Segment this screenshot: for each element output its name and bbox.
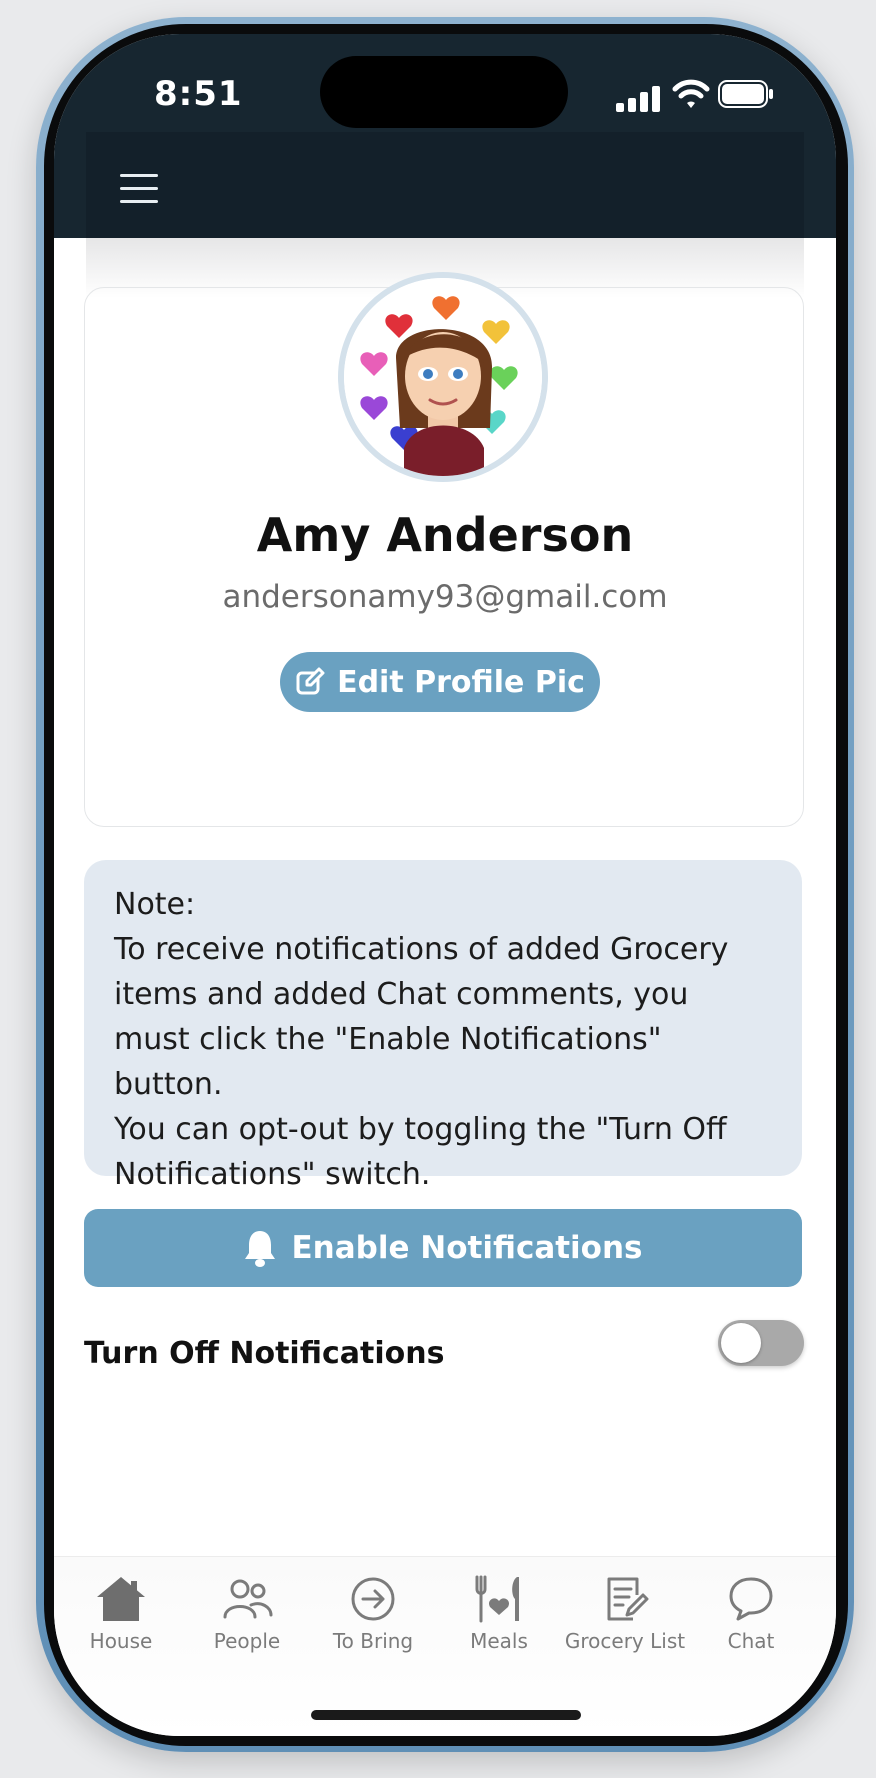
app-header xyxy=(86,132,804,238)
tab-chat[interactable]: Chat xyxy=(688,1575,814,1653)
tab-label: To Bring xyxy=(332,1629,414,1653)
status-time: 8:51 xyxy=(154,74,243,114)
hamburger-menu-icon[interactable] xyxy=(120,174,158,203)
tab-house[interactable]: House xyxy=(58,1575,184,1653)
profile-email: andersonamy93@gmail.com xyxy=(222,579,668,615)
tab-label: House xyxy=(89,1629,153,1653)
avatar-image xyxy=(344,278,542,476)
bottom-tab-bar: House People To Bring Meals Grocery List… xyxy=(54,1556,836,1736)
note-heading: Note: xyxy=(114,887,196,922)
note-line: You can opt-out by toggling the "Turn Of… xyxy=(114,1112,727,1192)
edit-profile-pic-button[interactable]: Edit Profile Pic xyxy=(280,652,600,712)
toggle-knob xyxy=(721,1323,761,1363)
turn-off-notifications-toggle[interactable] xyxy=(718,1320,804,1366)
tab-label: Meals xyxy=(470,1629,528,1653)
tab-people[interactable]: People xyxy=(184,1575,310,1653)
utensils-heart-icon xyxy=(475,1575,519,1623)
turn-off-notifications-label: Turn Off Notifications xyxy=(84,1336,445,1371)
wifi-icon xyxy=(672,79,710,108)
home-indicator xyxy=(311,1710,581,1720)
tab-label: Chat xyxy=(727,1629,775,1653)
tab-to-bring[interactable]: To Bring xyxy=(310,1575,436,1653)
list-edit-icon xyxy=(607,1577,649,1621)
tab-label: Grocery List xyxy=(564,1629,686,1653)
app-screen: 8:51 Amy Anderson andersonamy93@gmail.co… xyxy=(54,34,836,1736)
people-icon xyxy=(223,1579,273,1619)
note-line: To receive notifications of added Grocer… xyxy=(114,932,729,1102)
enable-notifications-button[interactable]: Enable Notifications xyxy=(84,1209,802,1287)
enable-notifications-label: Enable Notifications xyxy=(291,1230,643,1266)
profile-name: Amy Anderson xyxy=(256,508,634,562)
tab-meals[interactable]: Meals xyxy=(436,1575,562,1653)
notification-note: Note: To receive notifications of added … xyxy=(84,860,802,1192)
house-icon xyxy=(97,1577,145,1621)
profile-avatar xyxy=(338,272,548,482)
chat-bubble-icon xyxy=(729,1577,773,1621)
cellular-signal-icon xyxy=(616,86,660,112)
dynamic-island xyxy=(320,56,568,128)
tab-grocery-list[interactable]: Grocery List xyxy=(562,1575,688,1653)
bell-icon xyxy=(245,1231,276,1267)
edit-icon xyxy=(296,667,325,695)
edit-profile-pic-label: Edit Profile Pic xyxy=(337,664,585,700)
tab-label: People xyxy=(213,1629,281,1653)
arrow-right-circle-icon xyxy=(351,1577,395,1621)
battery-icon xyxy=(718,80,773,108)
